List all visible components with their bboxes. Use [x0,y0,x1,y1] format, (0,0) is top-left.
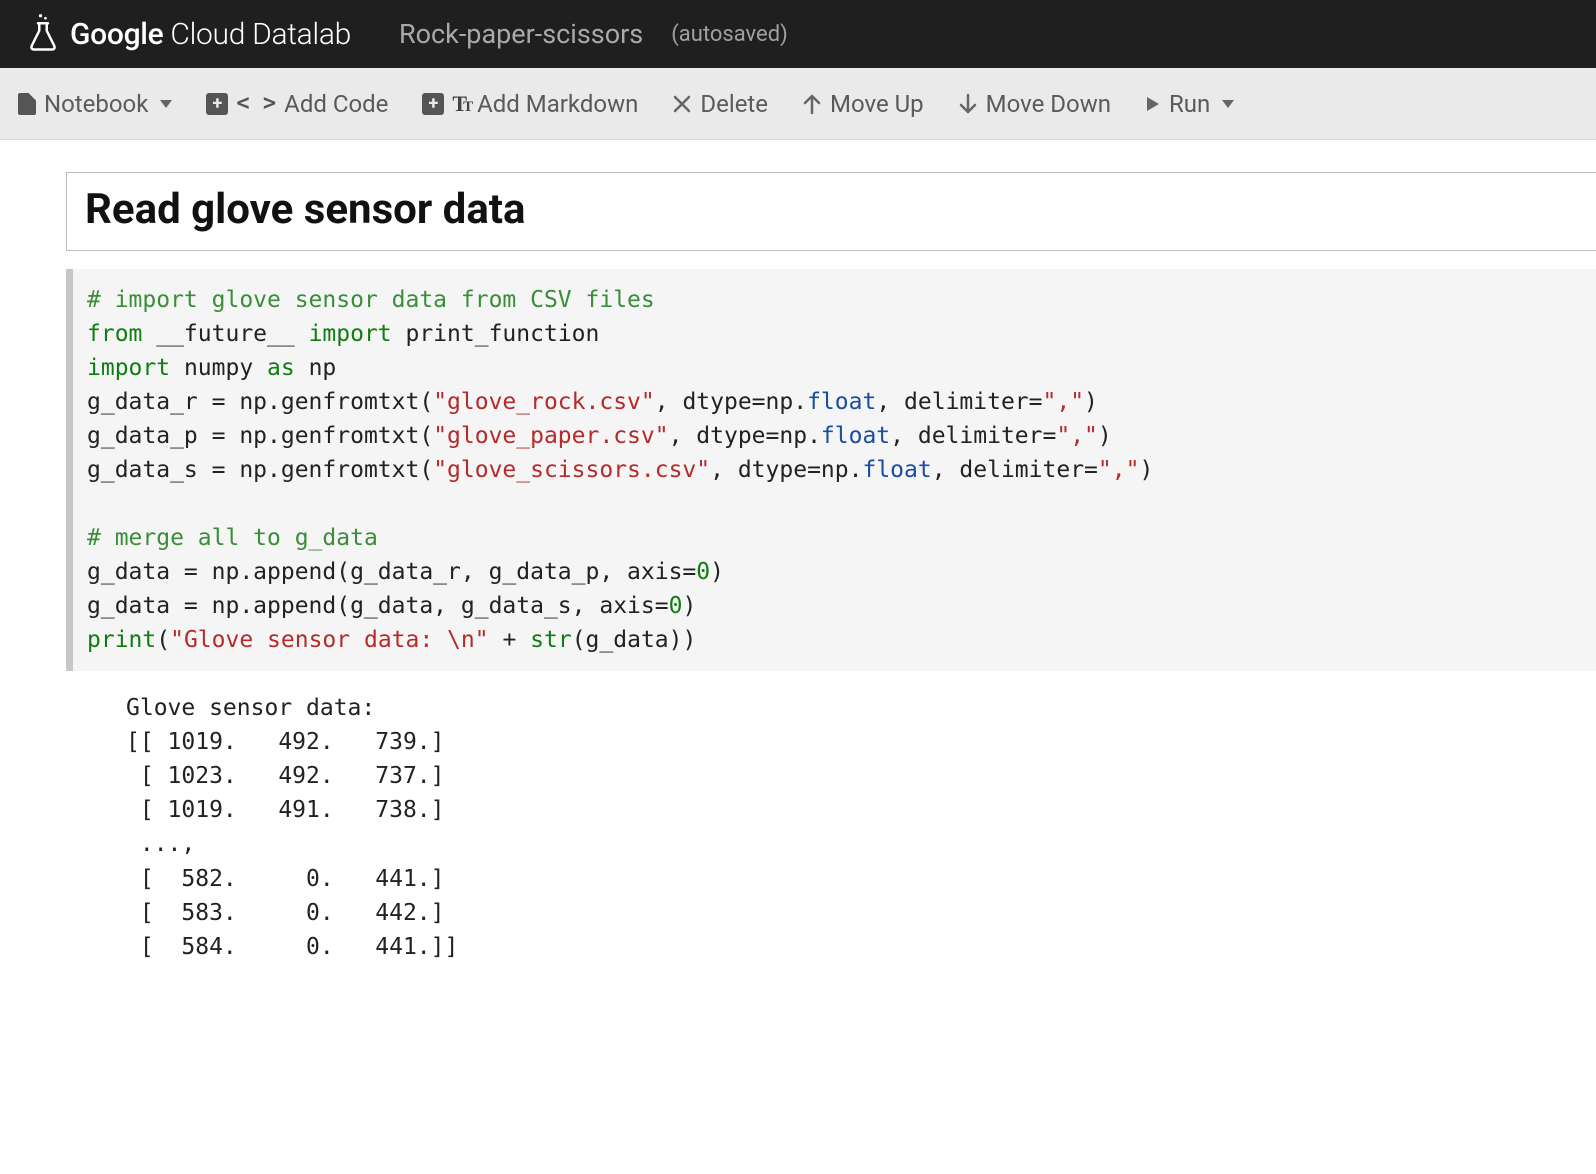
autosaved-label: (autosaved) [671,22,788,47]
add-code-button[interactable]: + < > Add Code [206,90,388,118]
notebook-title[interactable]: Rock-paper-scissors [399,18,643,50]
app-header: Google Cloud Datalab Rock-paper-scissors… [0,0,1596,68]
delete-label: Delete [700,90,768,118]
text-icon: TT [452,91,469,117]
notebook-content: Read glove sensor data # import glove se… [0,140,1596,1004]
plus-icon: + [206,93,228,115]
arrow-down-icon [958,93,978,115]
delete-button[interactable]: Delete [672,90,768,118]
run-button[interactable]: Run [1145,90,1234,118]
brand-light: Cloud Datalab [163,17,351,52]
play-icon [1145,95,1161,113]
brand-text: Google Cloud Datalab [70,17,351,52]
plus-icon: + [422,93,444,115]
add-markdown-label: Add Markdown [477,90,638,118]
output-cell: Glove sensor data: [[ 1019. 492. 739.] [… [66,671,1596,963]
add-code-label: Add Code [284,90,388,118]
move-up-button[interactable]: Move Up [802,90,924,118]
brand-logo: Google Cloud Datalab [28,13,351,55]
chevron-down-icon [160,100,172,108]
chevron-down-icon [1222,100,1234,108]
run-label: Run [1169,90,1210,118]
markdown-heading: Read glove sensor data [85,185,1578,234]
toolbar: Notebook + < > Add Code + TT Add Markdow… [0,68,1596,140]
flask-icon [28,13,58,55]
markdown-cell[interactable]: Read glove sensor data [66,172,1596,251]
notebook-menu-button[interactable]: Notebook [18,90,172,118]
move-down-button[interactable]: Move Down [958,90,1111,118]
move-up-label: Move Up [830,90,924,118]
notebook-icon [18,93,36,115]
code-icon: < > [236,91,276,116]
add-markdown-button[interactable]: + TT Add Markdown [422,90,638,118]
code-cell[interactable]: # import glove sensor data from CSV file… [66,269,1596,671]
brand-strong: Google [70,17,163,52]
move-down-label: Move Down [986,90,1111,118]
notebook-menu-label: Notebook [44,90,148,118]
close-icon [672,94,692,114]
arrow-up-icon [802,93,822,115]
